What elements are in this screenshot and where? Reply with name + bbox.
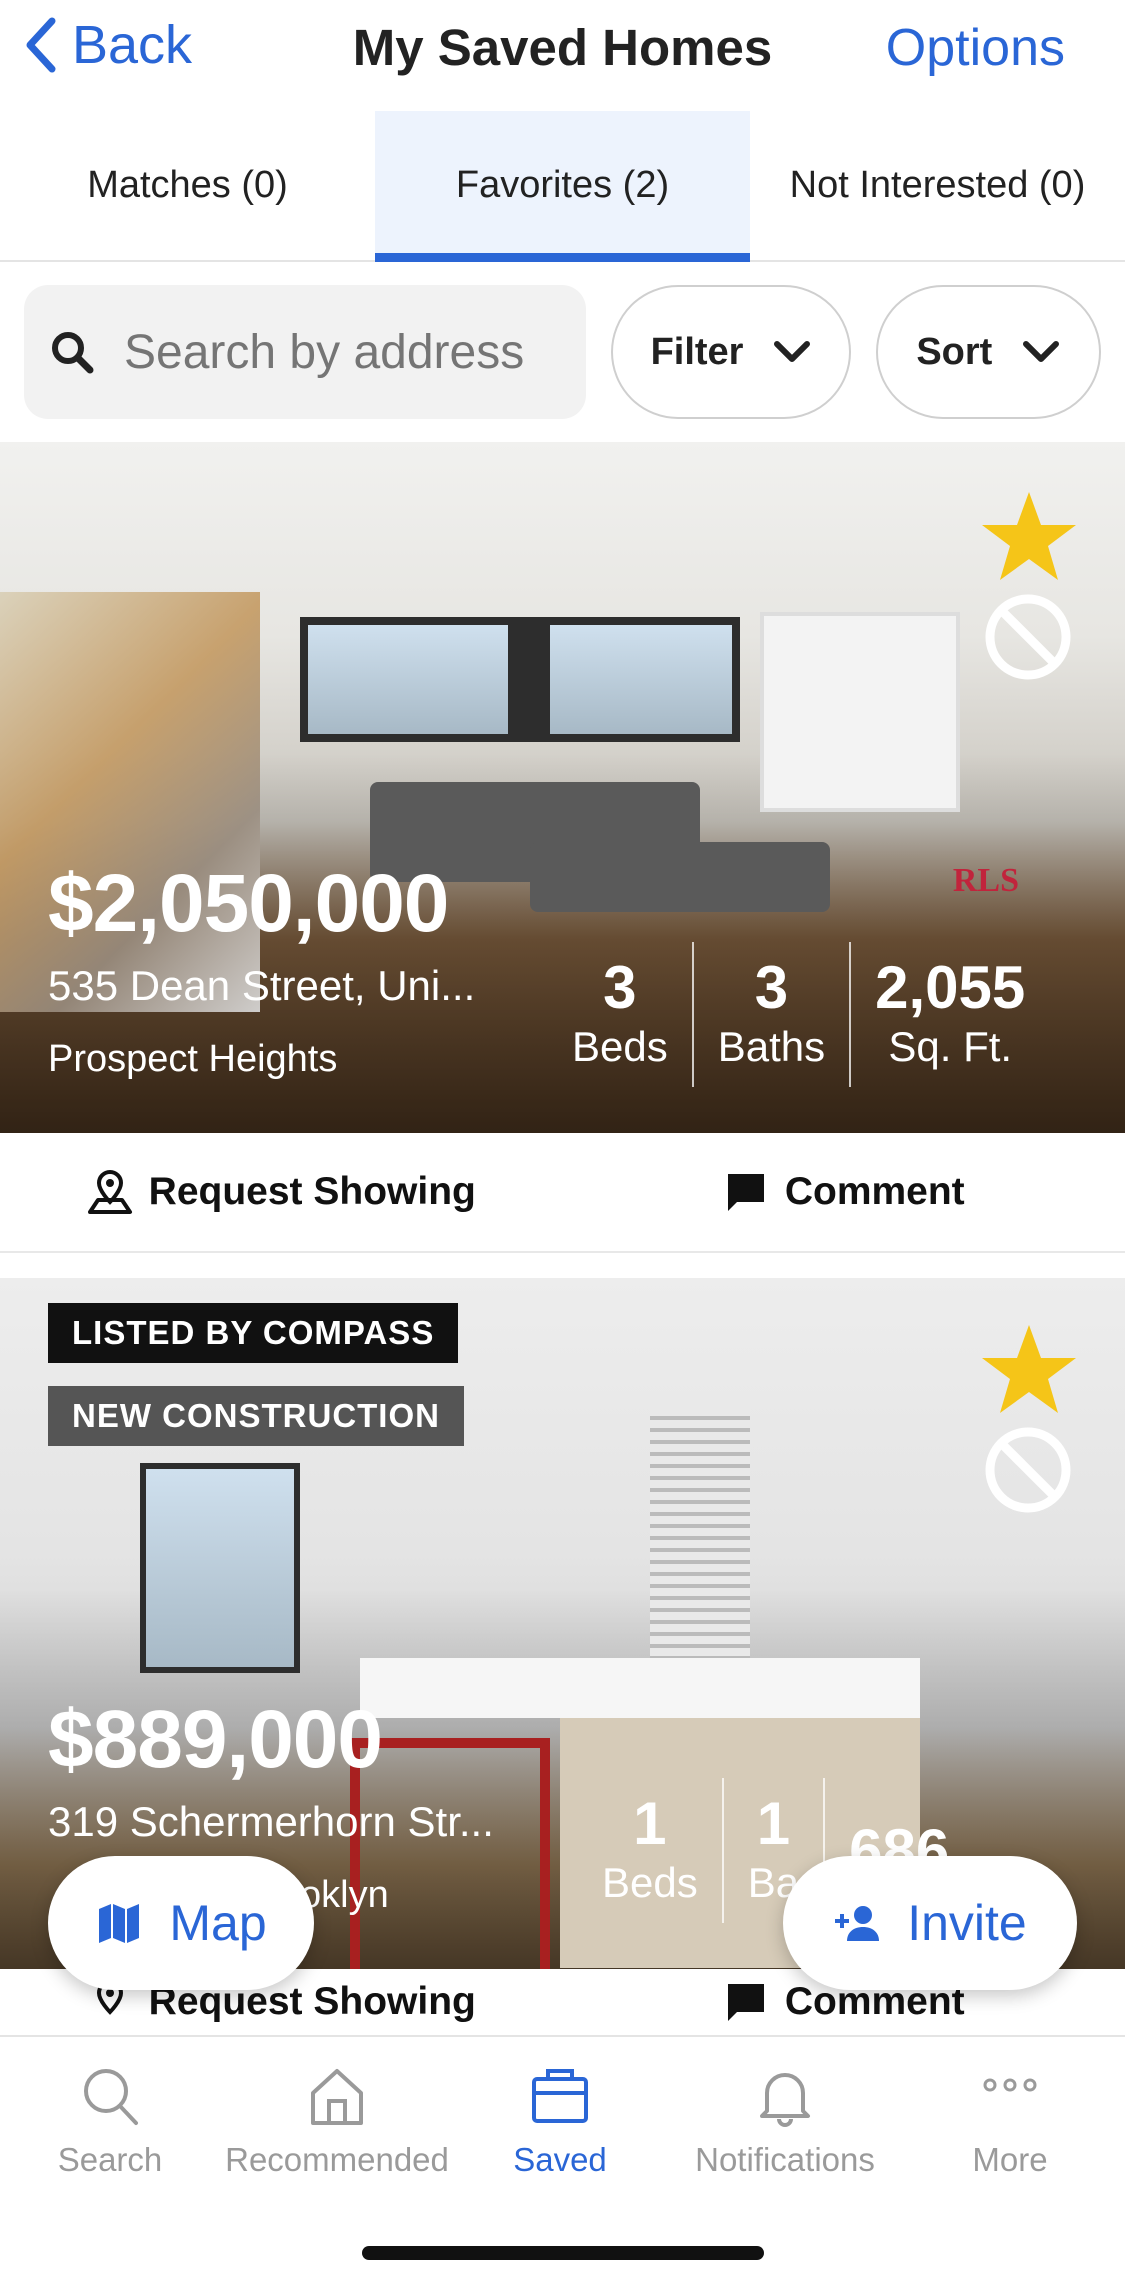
map-button[interactable]: Map bbox=[48, 1856, 314, 1990]
nav-saved-label: Saved bbox=[513, 2141, 607, 2178]
invite-button[interactable]: Invite bbox=[783, 1856, 1077, 1990]
listing-neighborhood: Prospect Heights bbox=[48, 1038, 338, 1080]
comment-label: Comment bbox=[784, 1170, 965, 1213]
tab-favorites[interactable]: Favorites (2) bbox=[375, 111, 750, 262]
invite-label: Invite bbox=[907, 1895, 1027, 1951]
nav-more-label: More bbox=[972, 2141, 1048, 2178]
map-pin-person-icon bbox=[87, 1169, 132, 1214]
stat-beds: 3 Beds bbox=[548, 942, 692, 1087]
star-icon[interactable] bbox=[979, 487, 1079, 587]
listing-address: 535 Dean Street, Uni... bbox=[48, 962, 476, 1009]
sort-label: Sort bbox=[916, 330, 993, 373]
not-interested-icon[interactable] bbox=[983, 592, 1073, 682]
comment-icon bbox=[727, 1984, 764, 2021]
nav-notifications[interactable]: Notifications bbox=[680, 2065, 890, 2179]
nav-more[interactable]: More bbox=[955, 2065, 1065, 2179]
sort-button[interactable]: Sort bbox=[875, 285, 1101, 419]
kitchen-counter-top bbox=[360, 1658, 920, 1718]
sqft-label: Sq. Ft. bbox=[888, 1023, 1013, 1071]
baths-value: 3 bbox=[754, 954, 789, 1022]
shelf-unit bbox=[760, 612, 960, 812]
search-icon bbox=[84, 2069, 138, 2125]
window bbox=[300, 617, 740, 742]
listed-by-badge: LISTED BY COMPASS bbox=[48, 1303, 459, 1363]
tab-matches[interactable]: Matches (0) bbox=[0, 111, 375, 260]
tab-not-interested[interactable]: Not Interested (0) bbox=[750, 111, 1125, 260]
search-input[interactable] bbox=[124, 324, 564, 380]
nav-search[interactable]: Search bbox=[40, 2065, 180, 2179]
map-label: Map bbox=[169, 1895, 267, 1951]
nav-recommended-label: Recommended bbox=[225, 2141, 449, 2178]
stat-baths: 3 Baths bbox=[691, 942, 849, 1087]
watermark-logo: RLS bbox=[952, 862, 1019, 899]
request-showing-button[interactable]: Request Showing bbox=[0, 1979, 563, 2025]
beds-label: Beds bbox=[602, 1859, 698, 1907]
new-construction-badge: NEW CONSTRUCTION bbox=[48, 1386, 464, 1446]
saved-homes-screen: Back My Saved Homes Options Matches (0) … bbox=[0, 0, 1125, 2284]
nav-saved[interactable]: Saved bbox=[495, 2065, 625, 2179]
beds-value: 3 bbox=[603, 954, 637, 1022]
stat-sqft: 2,055 Sq. Ft. bbox=[849, 942, 1049, 1087]
add-person-icon bbox=[835, 1906, 880, 1941]
listing-price: $889,000 bbox=[48, 1694, 383, 1785]
listing-photo[interactable]: RLS $2,050,000 535 Dean Street, Uni... P… bbox=[0, 442, 1125, 1133]
listing-price: $2,050,000 bbox=[48, 858, 449, 949]
nav-recommended[interactable]: Recommended bbox=[222, 2065, 452, 2179]
request-showing-label: Request Showing bbox=[148, 1170, 476, 1213]
baths-label: Baths bbox=[717, 1023, 826, 1071]
comment-icon bbox=[727, 1174, 764, 1211]
briefcase-icon bbox=[532, 2069, 588, 2123]
comment-button[interactable]: Comment bbox=[563, 1169, 1125, 1215]
chevron-down-icon bbox=[1023, 341, 1060, 362]
options-button[interactable]: Options bbox=[886, 18, 1065, 78]
beds-label: Beds bbox=[572, 1023, 668, 1071]
beds-value: 1 bbox=[633, 1790, 667, 1858]
stat-beds: 1 Beds bbox=[578, 1778, 722, 1923]
listing-stats: 3 Beds 3 Baths 2,055 Sq. Ft. bbox=[548, 942, 1049, 1087]
tab-bar: Matches (0) Favorites (2) Not Interested… bbox=[0, 111, 1125, 262]
map-icon bbox=[99, 1904, 140, 1943]
sqft-value: 2,055 bbox=[875, 954, 1026, 1022]
search-filter-row: Filter Sort bbox=[24, 285, 1101, 419]
bell-icon bbox=[760, 2073, 810, 2127]
nav-notifications-label: Notifications bbox=[695, 2141, 875, 2178]
wall-art bbox=[650, 1408, 750, 1658]
sofa-chaise bbox=[530, 842, 830, 912]
chevron-down-icon bbox=[774, 341, 811, 362]
nav-header: Back My Saved Homes Options bbox=[0, 0, 1125, 95]
baths-value: 1 bbox=[756, 1790, 791, 1858]
request-showing-button[interactable]: Request Showing bbox=[0, 1169, 563, 1215]
search-icon bbox=[52, 332, 94, 374]
listing-address: 319 Schermerhorn Str... bbox=[48, 1798, 494, 1845]
listing-actions: Request Showing Comment bbox=[0, 1133, 1125, 1253]
window bbox=[140, 1463, 300, 1673]
more-icon bbox=[983, 2078, 1037, 2092]
nav-search-label: Search bbox=[57, 2141, 163, 2178]
listing-neighborhood: oklyn bbox=[300, 1874, 389, 1916]
filter-label: Filter bbox=[650, 330, 744, 373]
not-interested-icon[interactable] bbox=[983, 1425, 1073, 1515]
home-icon bbox=[311, 2069, 363, 2125]
home-indicator[interactable] bbox=[362, 2246, 764, 2260]
filter-button[interactable]: Filter bbox=[611, 285, 851, 419]
star-icon[interactable] bbox=[979, 1320, 1079, 1420]
search-box[interactable] bbox=[24, 285, 587, 419]
